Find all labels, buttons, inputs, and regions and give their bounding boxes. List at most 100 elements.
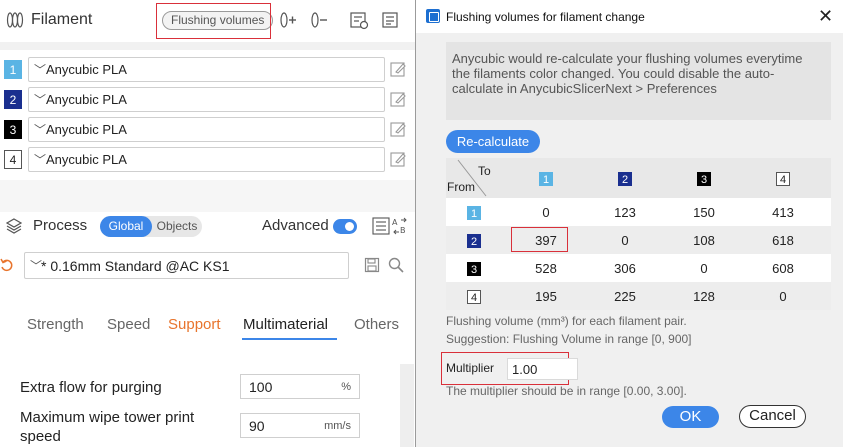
svg-text:A: A — [392, 218, 398, 227]
save-icon[interactable] — [364, 257, 380, 273]
wipe-tower-speed-input[interactable]: 90 mm/s — [240, 413, 360, 438]
flush-value-cell[interactable]: 123 — [595, 205, 655, 220]
app-icon — [426, 9, 440, 23]
close-icon[interactable]: ✕ — [818, 6, 833, 26]
cancel-button[interactable]: Cancel — [739, 405, 806, 428]
edit-icon[interactable] — [390, 91, 407, 108]
row-header-badge: 3 — [467, 262, 481, 276]
scrollbar[interactable] — [400, 364, 414, 447]
multiplier-range-hint: The multiplier should be in range [0.00,… — [446, 384, 687, 398]
setting-label: Maximum wipe tower print speed — [20, 409, 195, 445]
to-label: To — [478, 164, 491, 178]
flush-value-cell[interactable]: 0 — [753, 289, 813, 304]
column-header-badge: 3 — [697, 172, 711, 186]
flushing-button-highlight — [156, 3, 271, 39]
filament-number-badge: 4 — [4, 150, 22, 169]
add-filament-icon[interactable] — [278, 10, 298, 30]
from-label: From — [447, 180, 475, 194]
table-row: 3 528 306 0 608 — [446, 254, 831, 282]
advanced-toggle[interactable] — [333, 219, 357, 234]
row-header-badge: 4 — [467, 290, 481, 304]
tab-speed[interactable]: Speed — [107, 316, 150, 333]
flush-value-cell[interactable]: 0 — [674, 261, 734, 276]
flush-value-cell[interactable]: 306 — [595, 261, 655, 276]
filament-name: Anycubic PLA — [46, 122, 127, 137]
filament-select[interactable]: ﹀ Anycubic PLA — [28, 87, 385, 112]
filament-number-badge: 3 — [4, 120, 22, 139]
process-header: Process Global Objects Advanced A B — [0, 212, 415, 240]
filament-number-badge: 2 — [4, 90, 22, 109]
flush-value-cell[interactable]: 0 — [516, 205, 576, 220]
compare-icon[interactable]: A B — [391, 217, 409, 235]
multiplier-value: 1.00 — [512, 362, 538, 377]
list-icon[interactable] — [372, 217, 390, 235]
process-icon — [6, 218, 22, 234]
tab-multimaterial[interactable]: Multimaterial — [243, 316, 328, 333]
ok-button[interactable]: OK — [662, 406, 719, 428]
global-tab[interactable]: Global — [100, 216, 152, 237]
tab-strength[interactable]: Strength — [27, 316, 84, 333]
flush-value-cell[interactable]: 150 — [674, 205, 734, 220]
row-header-badge: 1 — [467, 206, 481, 220]
flush-value-cell[interactable]: 225 — [595, 289, 655, 304]
table-row: 2 397 0 108 618 — [446, 226, 831, 254]
dialog-title: Flushing volumes for filament change — [446, 10, 645, 24]
objects-tab[interactable]: Objects — [153, 216, 201, 237]
flush-value-cell[interactable]: 618 — [753, 233, 813, 248]
process-preset-select[interactable]: ﹀ * 0.16mm Standard @AC KS1 — [24, 252, 349, 279]
undo-icon[interactable] — [0, 258, 14, 272]
dialog-titlebar: Flushing volumes for filament change ✕ — [416, 0, 843, 33]
filament-name: Anycubic PLA — [46, 152, 127, 167]
edit-icon[interactable] — [390, 121, 407, 138]
setting-value: 100 — [249, 379, 273, 395]
tab-support[interactable]: Support — [168, 316, 221, 333]
filament-title: Filament — [31, 11, 93, 28]
flush-value-cell[interactable]: 195 — [516, 289, 576, 304]
filament-row: 4 ﹀ Anycubic PLA — [0, 147, 415, 173]
flush-value-cell[interactable]: 608 — [753, 261, 813, 276]
remove-filament-icon[interactable] — [309, 10, 329, 30]
global-objects-switch: Global Objects — [100, 216, 202, 237]
edit-icon[interactable] — [390, 61, 407, 78]
setting-unit: % — [341, 381, 351, 393]
flush-value-cell[interactable]: 128 — [674, 289, 734, 304]
purge-flow-input[interactable]: 100 % — [240, 374, 360, 399]
info-box: Anycubic would re-calculate your flushin… — [446, 42, 831, 120]
table-row: 4 195 225 128 0 — [446, 282, 831, 310]
table-row: 1 0 123 150 413 — [446, 198, 831, 226]
setting-unit: mm/s — [324, 420, 351, 432]
column-header-badge: 4 — [776, 172, 790, 186]
filament-name: Anycubic PLA — [46, 92, 127, 107]
flush-value-cell[interactable]: 108 — [674, 233, 734, 248]
chevron-down-icon: ﹀ — [34, 93, 47, 107]
filament-select[interactable]: ﹀ Anycubic PLA — [28, 147, 385, 172]
filament-settings-icon[interactable] — [349, 10, 369, 30]
active-tab-indicator — [242, 338, 337, 340]
chevron-down-icon: ﹀ — [34, 153, 47, 167]
recalculate-button[interactable]: Re-calculate — [446, 130, 540, 153]
flush-value-cell[interactable]: 0 — [595, 233, 655, 248]
settings-list: Extra flow for purging 100 % Maximum wip… — [0, 366, 415, 447]
process-preset-name: * 0.16mm Standard @AC KS1 — [41, 258, 230, 274]
filament-sync-icon[interactable] — [381, 10, 401, 30]
filament-number-badge: 1 — [4, 60, 22, 79]
filament-row: 2 ﹀ Anycubic PLA — [0, 87, 415, 113]
filament-header: Filament Flushing volumes — [0, 0, 415, 42]
process-title: Process — [33, 217, 88, 234]
row-header-badge: 2 — [467, 234, 481, 248]
flush-value-cell[interactable]: 528 — [516, 261, 576, 276]
flush-range-suggestion: Suggestion: Flushing Volume in range [0,… — [446, 332, 692, 346]
multiplier-input[interactable]: 1.00 — [507, 358, 578, 380]
edit-icon[interactable] — [390, 151, 407, 168]
filament-select[interactable]: ﹀ Anycubic PLA — [28, 57, 385, 82]
filament-row: 3 ﹀ Anycubic PLA — [0, 117, 415, 143]
filament-select[interactable]: ﹀ Anycubic PLA — [28, 117, 385, 142]
svg-text:B: B — [400, 226, 406, 235]
flush-value-cell[interactable]: 413 — [753, 205, 813, 220]
process-preset-row: ﹀ * 0.16mm Standard @AC KS1 — [0, 252, 415, 280]
chevron-down-icon: ﹀ — [34, 63, 47, 77]
value-highlight — [511, 227, 568, 252]
search-icon[interactable] — [388, 257, 404, 273]
filament-icon — [6, 12, 24, 28]
tab-others[interactable]: Others — [354, 316, 399, 333]
